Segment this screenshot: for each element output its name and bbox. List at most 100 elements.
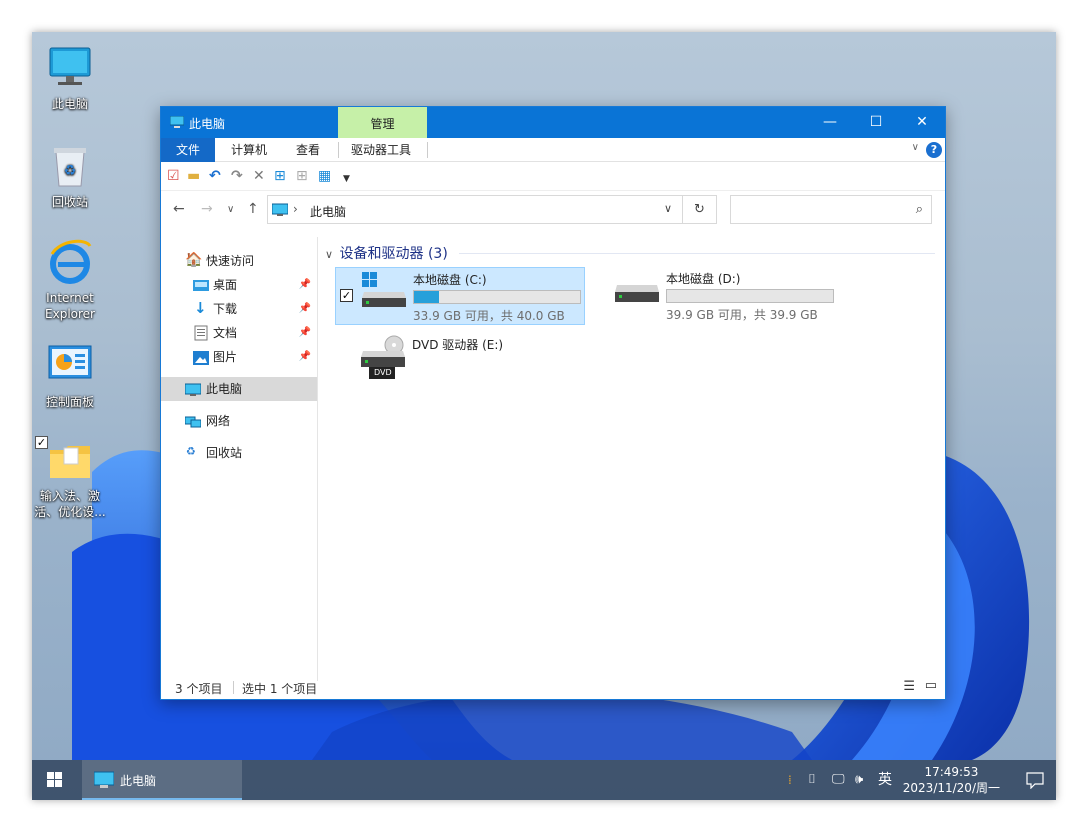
tab-view[interactable]: 查看 xyxy=(284,138,332,162)
pin-icon[interactable]: 📌 xyxy=(299,321,311,345)
up-arrow-icon[interactable]: ↑ xyxy=(247,201,259,217)
network-icon xyxy=(184,413,202,429)
group-header[interactable]: ∨ 设备和驱动器 (3) xyxy=(325,243,448,263)
usb-icon[interactable]: ⌷ xyxy=(808,760,816,800)
title-bar[interactable]: 此电脑 管理 — ☐ ✕ xyxy=(161,107,945,138)
details-view-icon[interactable]: ☰ xyxy=(903,679,915,694)
desktop-icon-label-line2: Explorer xyxy=(45,307,95,321)
recycle-bin-icon: ♻ xyxy=(186,445,196,458)
hard-drive-icon xyxy=(615,285,661,311)
internet-explorer-icon xyxy=(46,238,94,286)
new-folder-icon[interactable]: ▬ xyxy=(187,168,200,184)
navigation-pane: 🏠 快速访问 桌面 📌 ↓ 下载 📌 文档 📌 图片 📌 此电脑 网络 ♻ 回收… xyxy=(161,237,318,681)
nav-recycle-bin[interactable]: ♻ 回收站 xyxy=(161,441,317,465)
delete-icon[interactable]: ✕ xyxy=(253,168,265,184)
svg-text:♻: ♻ xyxy=(64,163,77,179)
nav-label: 快速访问 xyxy=(206,254,255,268)
star-icon: 🏠 xyxy=(185,252,203,268)
nav-label: 网络 xyxy=(206,414,231,428)
drive-checkbox[interactable]: ✓ xyxy=(340,289,353,302)
group-title: 设备和驱动器 (3) xyxy=(339,246,448,262)
notification-icon[interactable] xyxy=(1026,771,1044,792)
control-panel-icon xyxy=(46,342,94,390)
desktop-icon-internet-explorer[interactable]: Internet Explorer xyxy=(32,238,108,322)
close-button[interactable]: ✕ xyxy=(899,107,945,138)
back-arrow-icon[interactable]: ← xyxy=(173,201,185,217)
nav-this-pc[interactable]: 此电脑 xyxy=(161,377,317,401)
tab-file[interactable]: 文件 xyxy=(161,138,216,162)
desktop-icon-label: 此电脑 xyxy=(51,97,88,111)
computer-icon xyxy=(93,771,115,792)
desktop-icon-label: 控制面板 xyxy=(45,395,94,409)
properties-icon[interactable]: ☑ xyxy=(167,168,180,184)
drive-e-dvd[interactable]: DVD DVD 驱动器 (E:) xyxy=(335,333,585,391)
address-dropdown-chevron-icon[interactable]: ∨ xyxy=(664,202,672,215)
address-location[interactable]: 此电脑 xyxy=(310,203,346,220)
search-icon[interactable]: ⌕ xyxy=(916,202,923,217)
drive-d[interactable]: 本地磁盘 (D:) 39.9 GB 可用，共 39.9 GB xyxy=(589,267,839,325)
nav-pictures[interactable]: 图片 📌 xyxy=(161,345,317,369)
drive-usage-bar xyxy=(666,289,834,303)
minimize-button[interactable]: — xyxy=(807,107,853,138)
tab-drive-tools[interactable]: 驱动器工具 xyxy=(339,138,423,162)
explorer-window: 此电脑 管理 — ☐ ✕ 文件 计算机 查看 驱动器工具 ∨ ? ☑ ▬ ↶ ↷… xyxy=(160,106,946,700)
nav-network[interactable]: 网络 xyxy=(161,409,317,433)
tab-computer[interactable]: 计算机 xyxy=(219,138,279,162)
nav-downloads[interactable]: ↓ 下载 📌 xyxy=(161,297,317,321)
nav-quick-access[interactable]: 🏠 快速访问 xyxy=(161,249,317,273)
quick-access-toolbar: ☑ ▬ ↶ ↷ ✕ ⊞ ⊞ ▦ ▼ xyxy=(161,163,945,191)
tray-app-icon[interactable]: ⁞ xyxy=(788,760,792,800)
start-button[interactable] xyxy=(32,760,78,800)
address-bar[interactable]: › 此电脑 ∨ xyxy=(267,195,683,224)
pictures-icon xyxy=(193,349,209,365)
pin-icon[interactable]: 📌 xyxy=(299,273,311,297)
search-input[interactable] xyxy=(735,200,905,220)
forward-arrow-icon[interactable]: → xyxy=(201,201,213,217)
drive-c[interactable]: ✓ 本地磁盘 (C:) 33.9 GB 可用，共 40.0 GB xyxy=(335,267,585,325)
nav-label: 下载 xyxy=(213,302,238,316)
windows-logo-icon xyxy=(47,772,62,787)
breadcrumb-separator-icon[interactable]: › xyxy=(293,202,298,216)
redo-icon[interactable]: ↷ xyxy=(231,168,243,184)
maximize-button[interactable]: ☐ xyxy=(853,107,899,138)
pin-icon[interactable]: 📌 xyxy=(299,297,311,321)
desktop-icon-label-line1: 输入法、激 xyxy=(39,489,100,503)
nav-label: 图片 xyxy=(213,350,238,364)
search-box[interactable]: ⌕ xyxy=(730,195,932,224)
desktop-icon-label: 回收站 xyxy=(51,195,88,209)
help-icon[interactable]: ? xyxy=(926,142,942,158)
nav-desktop[interactable]: 桌面 📌 xyxy=(161,273,317,297)
desktop-icon-folder[interactable]: ✓ 输入法、激 活、优化设... xyxy=(32,436,108,520)
tiles-view-icon[interactable]: ▦ xyxy=(318,168,331,184)
large-icons-view-icon[interactable]: ▭ xyxy=(925,678,937,693)
drive-name: 本地磁盘 (C:) xyxy=(413,273,487,287)
undo-icon[interactable]: ↶ xyxy=(209,168,221,184)
collapse-chevron-icon[interactable]: ∨ xyxy=(325,248,333,261)
computer-icon xyxy=(169,115,185,132)
taskbar-app-label: 此电脑 xyxy=(120,774,157,788)
pin-icon[interactable]: 📌 xyxy=(299,345,311,369)
windows-drive-icon xyxy=(362,272,408,312)
large-icons-view-icon[interactable]: ⊞ xyxy=(274,168,286,184)
tab-manage[interactable]: 管理 xyxy=(338,107,427,138)
group-divider xyxy=(459,253,935,254)
refresh-button[interactable]: ↻ xyxy=(683,195,717,224)
clock[interactable]: 17:49:53 2023/11/20/周一 xyxy=(903,764,1000,796)
status-bar: 3 个项目 选中 1 个项目 ☰ ▭ xyxy=(161,677,945,699)
drive-free-space: 39.9 GB 可用，共 39.9 GB xyxy=(666,308,818,322)
taskbar-app-this-pc[interactable]: 此电脑 xyxy=(82,760,242,800)
desktop-icon-recycle-bin[interactable]: ♻ 回收站 xyxy=(32,142,108,210)
ime-indicator[interactable]: 英 xyxy=(878,760,892,800)
small-icons-view-icon[interactable]: ⊞ xyxy=(296,168,308,184)
desktop-icon-label-line2: 活、优化设... xyxy=(34,505,106,519)
recent-locations-chevron-icon[interactable]: ∨ xyxy=(227,204,234,215)
volume-icon[interactable]: 🕪 xyxy=(855,760,863,800)
network-tray-icon[interactable]: 🖵 xyxy=(832,760,845,800)
ribbon-expand-chevron-icon[interactable]: ∨ xyxy=(912,142,919,153)
desktop-icon-this-pc[interactable]: 此电脑 xyxy=(32,44,108,112)
download-icon: ↓ xyxy=(194,299,207,317)
desktop-icon-control-panel[interactable]: 控制面板 xyxy=(32,342,108,410)
customize-toolbar-chevron-icon[interactable]: ▼ xyxy=(343,171,350,187)
desktop: 此电脑 ♻ 回收站 Internet Explorer 控制面板 ✓ 输入法、激… xyxy=(32,32,1056,800)
nav-documents[interactable]: 文档 📌 xyxy=(161,321,317,345)
